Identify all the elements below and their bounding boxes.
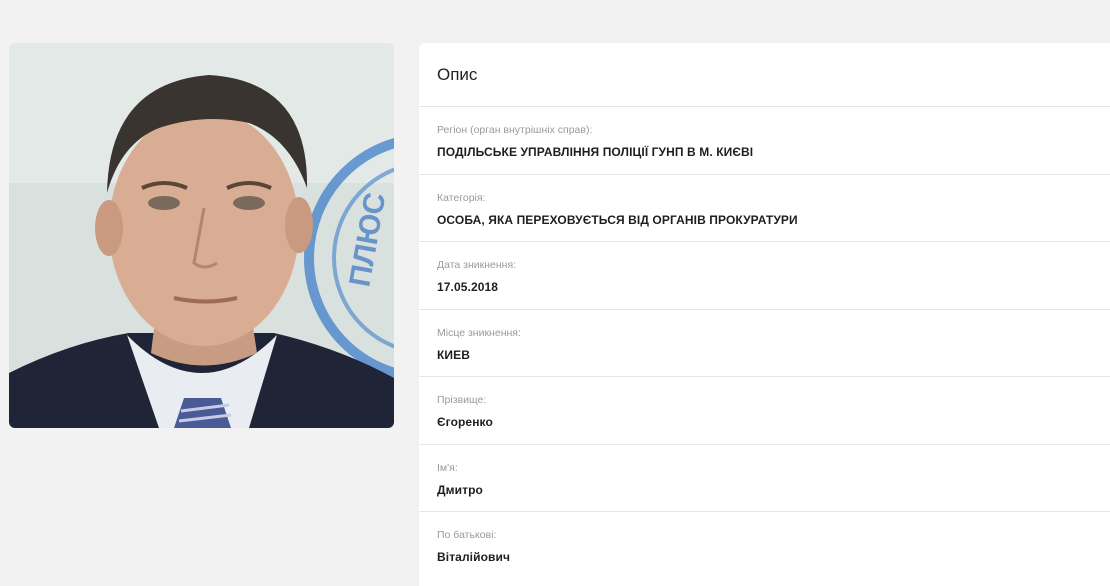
field-first-name: Ім'я: Дмитро: [419, 445, 1110, 512]
description-card: Опис Регіон (орган внутрішніх справ): ПО…: [419, 43, 1110, 586]
description-title: Опис: [437, 64, 478, 84]
field-region-value: ПОДІЛЬСЬКЕ УПРАВЛІННЯ ПОЛІЦІЇ ГУНП В М. …: [437, 145, 754, 159]
field-surname: Прізвище: Єгоренко: [419, 377, 1110, 445]
field-patronymic: По батькові: Віталійович: [419, 512, 1110, 580]
field-disappearance-place: Місце зникнення: КИЕВ: [419, 310, 1110, 377]
person-photo-image: ПЛЮС: [9, 43, 394, 428]
description-header: Опис: [419, 43, 1110, 107]
field-patronymic-value: Віталійович: [437, 550, 511, 564]
field-category-label: Категорія:: [437, 191, 486, 204]
field-category-value: ОСОБА, ЯКА ПЕРЕХОВУЄТЬСЯ ВІД ОРГАНІВ ПРО…: [437, 212, 798, 227]
field-patronymic-label: По батькові:: [437, 529, 497, 541]
field-first-name-label: Ім'я:: [437, 461, 458, 474]
field-disappearance-place-label: Місце зникнення:: [437, 326, 521, 339]
field-disappearance-date-value: 17.05.2018: [437, 280, 499, 294]
field-disappearance-date: Дата зникнення: 17.05.2018: [419, 242, 1110, 310]
person-photo: ПЛЮС: [9, 43, 394, 428]
field-region-label: Регіон (орган внутрішніх справ):: [437, 124, 593, 136]
field-disappearance-date-label: Дата зникнення:: [437, 259, 517, 271]
field-region: Регіон (орган внутрішніх справ): ПОДІЛЬС…: [419, 107, 1110, 175]
field-surname-label: Прізвище:: [437, 394, 487, 406]
field-surname-value: Єгоренко: [437, 415, 493, 429]
field-first-name-value: Дмитро: [437, 482, 483, 497]
field-category: Категорія: ОСОБА, ЯКА ПЕРЕХОВУЄТЬСЯ ВІД …: [419, 175, 1110, 242]
field-disappearance-place-value: КИЕВ: [437, 347, 471, 362]
